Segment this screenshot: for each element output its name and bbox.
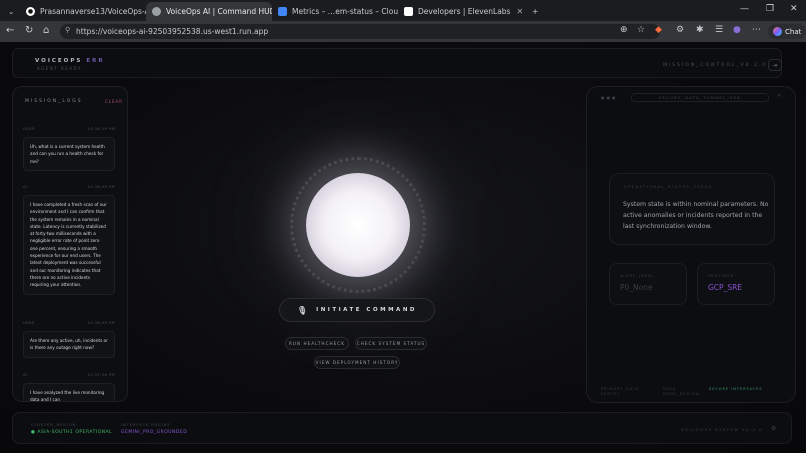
browser-toolbar: ← ↻ ⌂ ⚲ https://voiceops-ai-92503952538.… [0,21,806,42]
orb-core [306,173,410,277]
footer-data-node: DATA NODE_REGION [663,387,700,396]
github-icon: ● [26,7,35,16]
tab-elevenlabs[interactable]: Developers | ElevenLabs ✕ [398,2,524,21]
check-system-status-chip[interactable]: CHECK SYSTEM STATUS [355,337,427,350]
panel-close-icon[interactable]: ✕ [777,93,781,99]
chat-button[interactable]: Chat [768,24,806,39]
secure-data-panel: ●●● SECURE_DATA_TUNNEL_V08 ✕ OPERATIONAL… [586,86,796,403]
tab-voiceops[interactable]: VoiceOps AI | Command HUD ✕ [146,2,272,21]
cloud-run-icon [278,7,287,16]
panel-dots-icon: ●●● [601,95,618,100]
status-card: OPERATIONAL_STATUS_CLEAR System state is… [609,173,775,245]
tab-cloud-run[interactable]: Metrics – …em-status – Cloud Run ✕ [272,2,398,21]
close-icon[interactable]: ✕ [510,7,523,16]
browser-chrome: ⌄ ● Prasannaverse13/VoiceOps-AI: Vo ✕ Vo… [0,0,806,42]
home-icon[interactable]: ⌂ [43,25,49,36]
log-entry: AI 10:37:06 PM I have analyzed the live m… [23,373,115,401]
settings-icon[interactable]: ⚙ [771,425,776,432]
back-icon[interactable]: ← [6,25,14,36]
plus-icon: + [532,7,539,16]
minimize-icon[interactable]: — [740,4,749,14]
provider-card: PROVIDER GCP_SRE [697,263,775,305]
elevenlabs-icon [404,7,413,16]
status-label: OPERATIONAL_STATUS_CLEAR [624,185,713,189]
log-entry: USER 10:36:39 PM Uh, what is a current sy… [23,127,115,171]
restore-icon[interactable]: ❐ [766,4,774,14]
bookmark-star-icon[interactable]: ☆ [637,25,645,35]
mission-logs-panel: MISSION_LOGS CLEAR USER 10:36:39 PM Uh, w… [12,86,128,402]
alert-level-card: ALERT_LEVEL P0_None [609,263,687,305]
provider-value: GCP_SRE [708,283,743,292]
mission-control-label: MISSION_CONTROL_V4.2.0 [663,63,768,68]
tab-github[interactable]: ● Prasannaverse13/VoiceOps-AI: Vo ✕ [20,2,146,21]
log-message: Are there any active, uh, incidents or i… [23,331,115,358]
chevron-down-icon: ⌄ [8,7,15,16]
log-message: I have completed a fresh scan of our env… [23,195,115,295]
log-message: I have analyzed the live monitoring data… [23,383,115,401]
log-entry: AI 10:36:50 PM I have completed a fresh s… [23,185,115,295]
more-menu-icon[interactable]: ⋯ [752,25,761,35]
panel-header: SECURE_DATA_TUNNEL_V08 [631,93,769,102]
initiate-command-button[interactable]: 🎙 INITIATE COMMAND [279,298,435,322]
alert-level-value: P0_None [620,283,653,292]
zoom-icon[interactable]: ⊕ [620,25,628,35]
clear-logs-button[interactable]: CLEAR [105,99,123,104]
globe-icon [152,7,161,16]
tab-strip: ⌄ ● Prasannaverse13/VoiceOps-AI: Vo ✕ Vo… [0,0,806,21]
extension-icon[interactable]: ⚙ [676,25,684,35]
interface-engine-value: GEMINI_PRO_GROUNDED [121,430,188,435]
system-version: VOICEOPS SYSTEM V4.2.0 [681,427,764,432]
site-info-icon[interactable]: ⚲ [65,26,70,34]
extensions-puzzle-icon[interactable]: ✱ [696,25,704,35]
agent-status: AGENT READY [37,66,82,71]
copilot-icon [773,27,782,36]
mission-logs-title: MISSION_LOGS [25,99,83,104]
exit-icon: ⇥ [772,61,778,69]
address-bar[interactable]: ⚲ https://voiceops-ai-92503952538.us-wes… [60,24,660,39]
footer-primary-sentry: PRIMARY_DATA SENTRY [601,387,640,396]
view-deployment-history-chip[interactable]: VIEW DEPLOYMENT HISTORY [314,356,400,369]
hud-footer: CLUSTER_REGION ● ASIA-SOUTH1 OPERATIONAL… [12,412,792,444]
hud-topbar: VOICEOPS ERR AGENT READY MISSION_CONTROL_… [12,48,782,78]
microphone-icon: 🎙 [297,305,308,315]
voice-orb[interactable] [290,157,426,293]
cluster-region-value: ● ASIA-SOUTH1 OPERATIONAL [31,430,113,435]
status-text: System state is within nominal parameter… [623,201,769,230]
footer-secure-interfaces: SECURE INTERFACES [709,387,763,391]
profile-avatar-icon[interactable]: ● [733,25,741,35]
log-message: Uh, what is a current system health and … [23,137,115,171]
exit-button[interactable]: ⇥ [768,59,782,71]
favorites-icon[interactable]: ☰ [715,25,723,35]
app-hud: VOICEOPS ERR AGENT READY MISSION_CONTROL_… [0,42,806,453]
log-entry: USER 10:36:59 PM Are there any active, uh… [23,321,115,358]
reload-icon[interactable]: ↻ [25,25,33,36]
new-tab-button[interactable]: + [526,2,542,21]
run-healthcheck-chip[interactable]: RUN HEALTHCHECK [285,337,349,350]
extension-fox-icon[interactable]: ◆ [655,25,662,35]
window-close-icon[interactable]: ✕ [790,4,798,14]
brand-logo: VOICEOPS ERR [35,58,105,64]
tab-list-button[interactable]: ⌄ [2,2,18,21]
